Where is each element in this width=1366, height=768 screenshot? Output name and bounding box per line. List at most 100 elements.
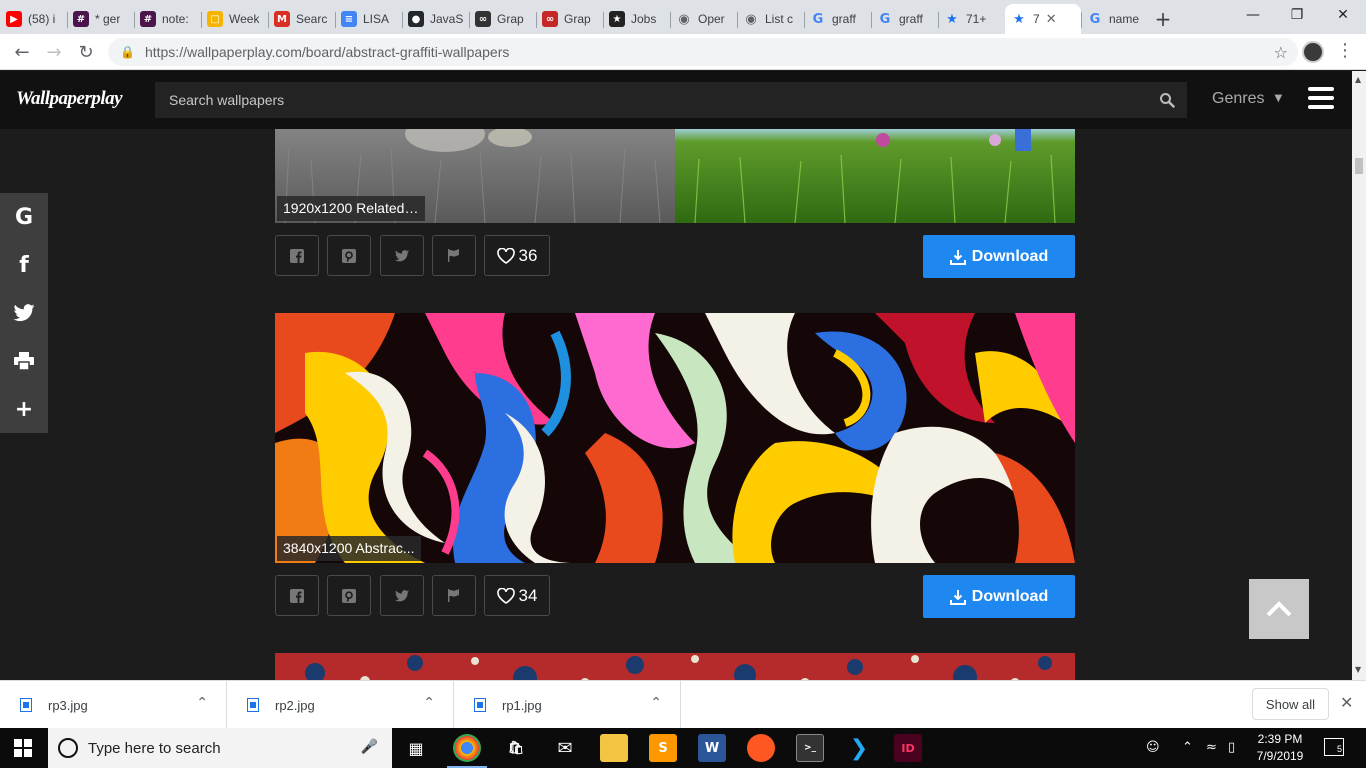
bookmark-star-icon[interactable]: ☆ [1274, 43, 1288, 62]
download-item[interactable]: rp1.jpg ⌃ [454, 681, 681, 729]
like-button[interactable]: 36 [484, 235, 550, 276]
browser-tab[interactable]: Ggraff [804, 4, 871, 34]
word-icon[interactable]: W [698, 734, 726, 762]
maximize-icon[interactable]: ❐ [1274, 0, 1320, 30]
browser-tab-title: graff [832, 12, 856, 26]
store-icon[interactable]: 🛍 [502, 734, 530, 762]
scrollbar-thumb[interactable] [1355, 158, 1363, 174]
action-center-icon[interactable]: 5 [1324, 738, 1344, 756]
search-input[interactable] [169, 92, 1129, 108]
hamburger-menu-icon[interactable] [1308, 87, 1334, 111]
google-share-icon[interactable]: G [0, 193, 48, 241]
browser-tab[interactable]: ▶ (58) i [0, 4, 67, 34]
close-window-icon[interactable]: ✕ [1320, 0, 1366, 30]
print-icon[interactable] [0, 337, 48, 385]
download-button[interactable]: Download [923, 235, 1075, 278]
wallpaper-card: 3840x1200 Abstrac... 34 Download [275, 313, 1075, 618]
browser-tab[interactable]: ≡ LISA [335, 4, 402, 34]
back-to-top-button[interactable] [1249, 579, 1309, 639]
browser-tab[interactable]: ★ 71+ [938, 4, 1005, 34]
facebook-share-icon[interactable]: f [0, 241, 48, 289]
report-flag-button[interactable] [432, 575, 476, 616]
site-header: Wallpaperplay Genres ▼ [0, 71, 1352, 129]
chrome-taskbar-icon[interactable] [447, 734, 487, 768]
postman-icon[interactable] [747, 734, 775, 762]
browser-tab-title: name [1109, 12, 1140, 26]
browser-tab[interactable]: M Searc [268, 4, 335, 34]
share-pinterest-button[interactable] [327, 235, 371, 276]
sublime-text-icon[interactable]: S [649, 734, 677, 762]
browser-tab[interactable]: # note: [134, 4, 201, 34]
download-file-name: rp1.jpg [502, 697, 542, 713]
new-tab-plus-icon[interactable]: + [1148, 4, 1178, 34]
chevron-up-icon[interactable]: ⌃ [196, 695, 208, 711]
indesign-icon[interactable]: ID [894, 734, 922, 762]
genres-dropdown[interactable]: Genres ▼ [1212, 90, 1282, 108]
scroll-up-arrow-icon[interactable]: ▲ [1355, 75, 1361, 84]
share-twitter-button[interactable] [380, 235, 424, 276]
browser-tab[interactable]: □ Week [201, 4, 268, 34]
browser-tab[interactable]: Ggraff [871, 4, 938, 34]
minimize-icon[interactable]: — [1230, 0, 1276, 30]
battery-icon[interactable]: ▯ [1228, 740, 1235, 755]
twitter-share-icon[interactable] [0, 289, 48, 337]
scroll-down-arrow-icon[interactable]: ▼ [1355, 665, 1361, 674]
report-flag-button[interactable] [432, 235, 476, 276]
more-share-plus-icon[interactable]: + [0, 385, 48, 433]
share-twitter-button[interactable] [380, 575, 424, 616]
download-item[interactable]: rp2.jpg ⌃ [227, 681, 454, 729]
share-pinterest-button[interactable] [327, 575, 371, 616]
slack-icon: # [140, 11, 156, 27]
people-icon[interactable]: ☺ [1146, 740, 1160, 755]
microphone-icon[interactable]: 🎤 [361, 739, 378, 755]
reload-icon[interactable]: ↻ [74, 40, 98, 64]
browser-tab[interactable]: Gname [1081, 4, 1148, 34]
wallpaper-image[interactable]: 3840x1200 Abstrac... [275, 313, 1075, 563]
downloads-bar: rp3.jpg ⌃ rp2.jpg ⌃ rp1.jpg ⌃ Show all ✕ [0, 680, 1366, 729]
browser-tab[interactable]: ∞ Grap [469, 4, 536, 34]
task-view-icon[interactable]: ▦ [402, 734, 430, 762]
share-facebook-button[interactable] [275, 575, 319, 616]
chrome-menu-icon[interactable]: ⋮ [1336, 40, 1354, 61]
share-facebook-button[interactable] [275, 235, 319, 276]
browser-tab[interactable]: ∞ Grap [536, 4, 603, 34]
forward-icon[interactable]: → [42, 40, 66, 64]
browser-tab-title: 71+ [966, 12, 987, 26]
chevron-up-icon[interactable]: ⌃ [423, 695, 435, 711]
site-logo[interactable]: Wallpaperplay [16, 88, 123, 110]
wallpaper-image[interactable]: 1920x1200 Related ... [275, 129, 1075, 223]
profile-avatar[interactable] [1302, 41, 1324, 63]
address-bar[interactable]: 🔒 https://wallpaperplay.com/board/abstra… [108, 38, 1298, 66]
back-icon[interactable]: ← [10, 40, 34, 64]
chevron-up-icon[interactable]: ⌃ [650, 695, 662, 711]
download-button[interactable]: Download [923, 575, 1075, 618]
tray-expand-icon[interactable]: ⌃ [1182, 740, 1193, 755]
system-clock[interactable]: 2:39 PM 7/9/2019 [1252, 731, 1308, 765]
taskbar-search-box[interactable]: Type here to search 🎤 [48, 728, 392, 768]
show-all-downloads-button[interactable]: Show all [1252, 688, 1329, 720]
browser-tab-title: graff [899, 12, 923, 26]
doodle-wallpaper-image [275, 653, 1075, 680]
close-tab-icon[interactable]: ✕ [1046, 12, 1057, 27]
notification-count: 5 [1336, 744, 1342, 754]
browser-tab[interactable]: ● JavaS [402, 4, 469, 34]
close-downloads-bar-icon[interactable]: ✕ [1340, 693, 1353, 712]
browser-tab[interactable]: ★ Jobs [603, 4, 670, 34]
browser-tab-title: LISA [363, 12, 390, 26]
slack-icon: # [73, 11, 89, 27]
mail-icon[interactable]: ✉ [551, 734, 579, 762]
windows-start-icon[interactable] [14, 739, 32, 757]
wifi-icon[interactable]: ≈ [1206, 740, 1217, 755]
terminal-icon[interactable]: >_ [796, 734, 824, 762]
browser-tab[interactable]: ◉ Oper [670, 4, 737, 34]
browser-tab[interactable]: ◉ List c [737, 4, 804, 34]
page-scrollbar[interactable]: ▲ ▼ [1352, 71, 1366, 680]
like-button[interactable]: 34 [484, 575, 550, 616]
wallpaper-image[interactable] [275, 653, 1075, 680]
search-icon[interactable] [1159, 92, 1175, 108]
file-explorer-icon[interactable] [600, 734, 628, 762]
download-item[interactable]: rp3.jpg ⌃ [0, 681, 227, 729]
browser-tab[interactable]: ★ 7 ✕ [1005, 4, 1081, 34]
browser-tab[interactable]: # * ger [67, 4, 134, 34]
vscode-icon[interactable]: ❯ [845, 734, 873, 762]
